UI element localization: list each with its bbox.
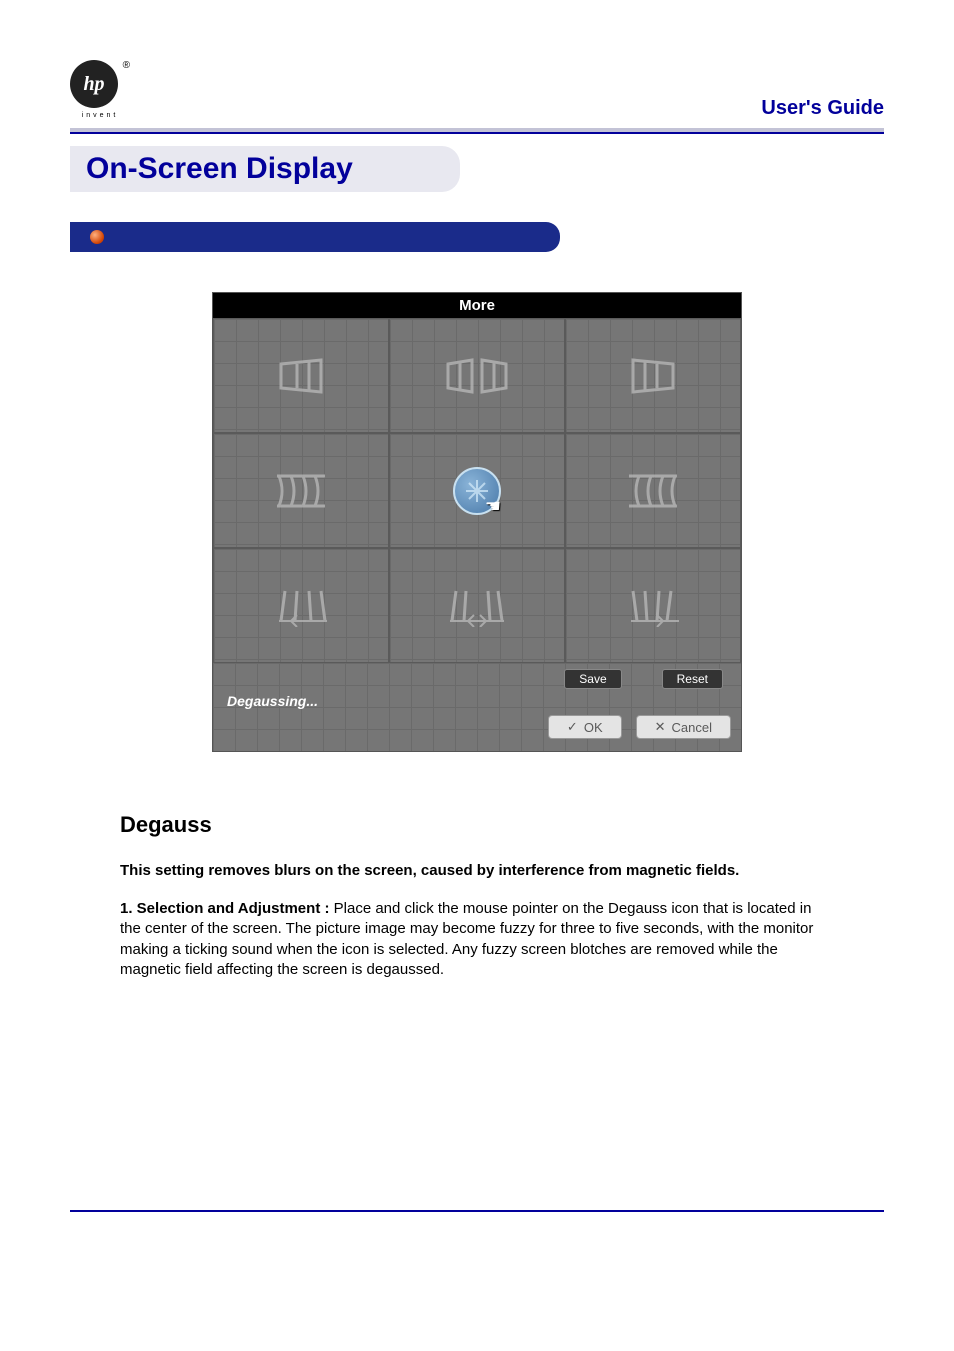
section-heading: Degauss <box>120 812 834 838</box>
footer-rule <box>70 1210 884 1212</box>
ok-button[interactable]: ✓ OK <box>548 715 622 739</box>
osd-top-buttons: Save Reset <box>223 669 731 689</box>
step-paragraph: 1. Selection and Adjustment : Place and … <box>120 899 834 980</box>
osd-title-bar: More <box>213 293 741 318</box>
trapezoid-balance-icon[interactable] <box>389 548 565 663</box>
parallelogram-right-icon[interactable] <box>565 318 741 433</box>
hp-logo-mark: hp <box>70 60 118 108</box>
header-rule <box>70 128 884 134</box>
page-title-pill: On-Screen Display <box>70 146 460 192</box>
cancel-button[interactable]: ✕ Cancel <box>636 715 731 739</box>
osd-footer: Save Reset Degaussing... ✓ OK ✕ Cancel <box>213 663 741 751</box>
save-button[interactable]: Save <box>564 669 621 689</box>
pincushion-right-icon[interactable] <box>565 433 741 548</box>
cancel-label: Cancel <box>672 720 712 735</box>
page-title-bar: On-Screen Display <box>70 146 884 192</box>
osd-screenshot: More ☚ <box>70 292 884 752</box>
osd-bottom-buttons: ✓ OK ✕ Cancel <box>223 715 731 739</box>
document-title: User's Guide <box>761 97 884 120</box>
degauss-icon[interactable]: ☚ <box>389 433 565 548</box>
blue-strip <box>70 222 560 252</box>
page-title: On-Screen Display <box>86 152 444 186</box>
osd-window: More ☚ <box>212 292 742 752</box>
content-section: Degauss This setting removes blurs on th… <box>70 812 884 980</box>
hp-logo: hp ® invent <box>70 60 130 120</box>
registered-symbol: ® <box>123 60 130 71</box>
parallelogram-left-icon[interactable] <box>213 318 389 433</box>
x-icon: ✕ <box>655 719 666 735</box>
document-header: hp ® invent User's Guide <box>70 60 884 120</box>
trapezoid-left-icon[interactable] <box>213 548 389 663</box>
parallelogram-balance-icon[interactable] <box>389 318 565 433</box>
cursor-icon: ☚ <box>485 496 501 517</box>
section-intro: This setting removes blurs on the screen… <box>120 862 834 879</box>
check-icon: ✓ <box>567 719 578 735</box>
ok-label: OK <box>584 720 603 735</box>
step-label: 1. Selection and Adjustment : <box>120 900 329 917</box>
osd-status-text: Degaussing... <box>227 693 731 709</box>
sub-header-strip <box>70 222 884 252</box>
reset-button[interactable]: Reset <box>662 669 723 689</box>
bullet-icon <box>90 230 104 244</box>
trapezoid-right-icon[interactable] <box>565 548 741 663</box>
osd-icon-grid: ☚ <box>213 318 741 663</box>
pincushion-left-icon[interactable] <box>213 433 389 548</box>
hp-logo-subtext: invent <box>70 112 130 119</box>
